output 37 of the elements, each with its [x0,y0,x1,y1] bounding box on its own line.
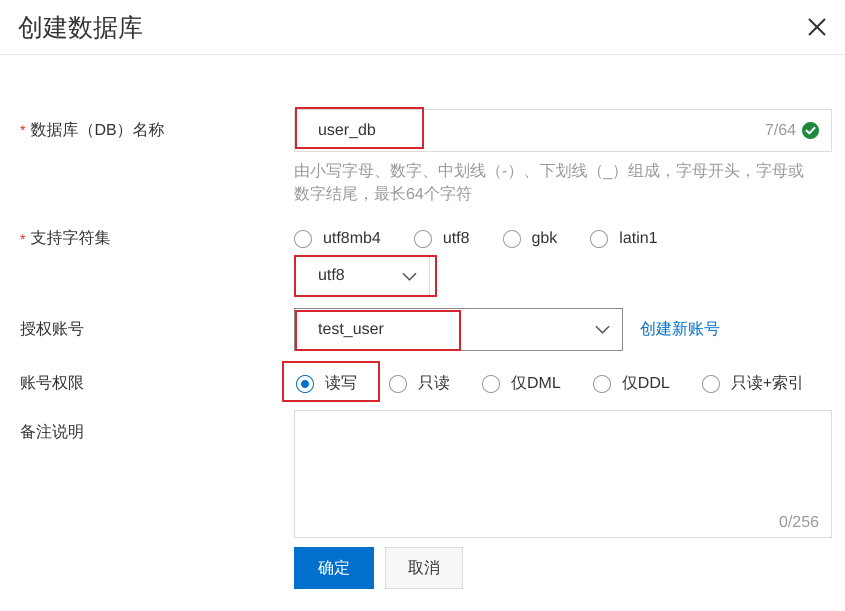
required-mark: * [20,230,26,249]
help-text: 由小写字母、数字、中划线（-）、下划线（_）组成，字母开头，字母或数字结尾，最长64个字符 [294,162,806,205]
radio-option[interactable]: utf8 [414,228,470,250]
account-select[interactable]: test_user [294,308,623,351]
radio-option[interactable]: 只读 [389,373,450,395]
radio-button[interactable] [294,230,312,248]
field-label: 数据库（DB）名称 [30,120,165,141]
field-label: 备注说明 [20,422,84,443]
chevron-down-icon [402,272,417,280]
close-icon[interactable] [808,18,826,36]
create-account-link[interactable]: 创建新账号 [640,319,720,340]
radio-button[interactable] [502,230,520,248]
radio-button[interactable] [482,375,500,393]
radio-button[interactable] [592,375,611,393]
radio-option[interactable]: 仅DML [482,373,561,395]
cancel-button[interactable]: 取消 [385,547,463,589]
character-counter: 7/64 [764,122,796,140]
name-input[interactable]: user_db 7/64 [294,109,832,152]
radio-option[interactable]: 仅DDL [592,373,670,395]
radio-button[interactable] [389,375,407,393]
dialog-title: 创建数据库 [18,12,143,44]
character-counter: 0/256 [778,513,819,533]
field-label: 账号权限 [20,374,84,394]
radio-button[interactable] [702,375,720,393]
radio-option[interactable]: latin1 [590,228,658,250]
field-label: 授权账号 [20,320,84,340]
radio-button[interactable] [296,375,314,393]
radio-option[interactable]: utf8mb4 [294,228,381,250]
radio-option[interactable]: 读写 [282,361,380,402]
radio-option[interactable]: 只读+索引 [702,373,804,395]
radio-button[interactable] [414,230,432,248]
radio-option[interactable]: gbk [502,228,558,250]
radio-button[interactable] [590,230,608,248]
confirm-button[interactable]: 确定 [294,547,374,589]
chevron-down-icon [595,325,610,334]
field-label: 支持字符集 [30,228,110,249]
required-mark: * [20,121,26,140]
